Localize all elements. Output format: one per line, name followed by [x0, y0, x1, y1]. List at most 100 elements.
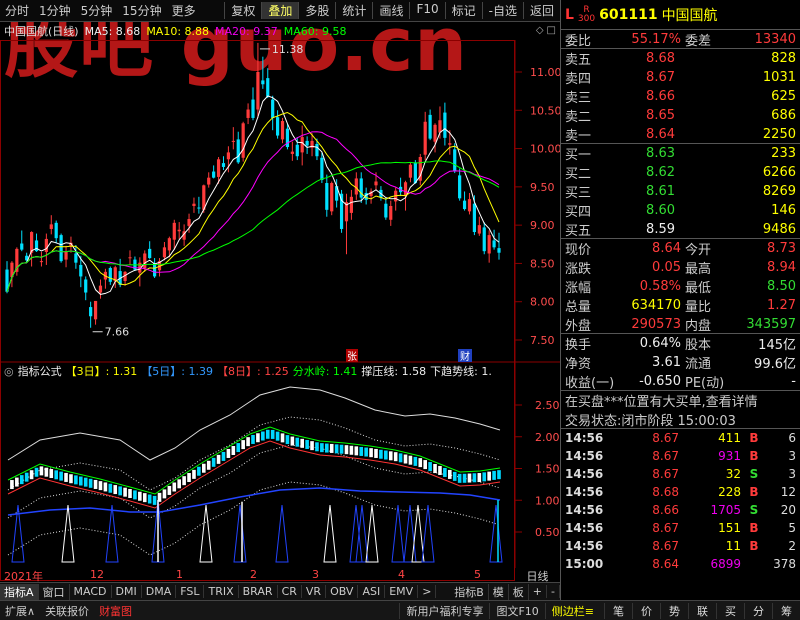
tick-side: S — [749, 467, 759, 481]
tab-indicator-a[interactable]: 指标A — [0, 583, 39, 600]
candle-body — [271, 99, 275, 118]
candle-body — [330, 183, 334, 212]
tab-brar[interactable]: BRAR — [239, 585, 278, 598]
candle-body — [423, 121, 427, 155]
period-label[interactable]: 日线 — [515, 568, 560, 583]
tick-list[interactable]: 14:56 8.67 411 B 6 14:56 8.67 931 B 3 14:56 8.67 3… — [561, 429, 800, 573]
candle-body — [443, 112, 447, 138]
tab-emv[interactable]: EMV — [385, 585, 419, 598]
share-label: 股本 — [685, 338, 712, 353]
candle-body — [20, 243, 24, 250]
nav-link[interactable]: 联 — [688, 602, 716, 619]
tab-asi[interactable]: ASI — [358, 585, 386, 598]
candle-body — [462, 200, 467, 210]
ribbon-block — [315, 442, 319, 452]
tab-remove[interactable]: - — [547, 585, 560, 598]
footer-f10[interactable]: 图文F10 — [489, 602, 544, 619]
ribbon-block — [398, 453, 403, 463]
indicator-expand-icon[interactable]: ◎ — [4, 365, 14, 378]
volume-ratio-value: 1.27 — [767, 298, 796, 313]
tab-trix[interactable]: TRIX — [204, 585, 239, 598]
tab-add[interactable]: + — [529, 585, 548, 598]
bid-row-5[interactable]: 买五 8.59 9486 — [561, 220, 800, 239]
ribbon-block — [167, 485, 172, 495]
rhythm-spike — [61, 504, 75, 563]
footer-fortune-chart[interactable]: 财富图 — [94, 603, 137, 619]
ask-price: 8.64 — [646, 126, 675, 142]
footer-sidebar[interactable]: 侧边栏≡ — [544, 602, 600, 619]
rhythm-spike — [421, 504, 435, 563]
eps-value: -0.650 — [639, 373, 681, 389]
candle-body — [108, 268, 112, 282]
nav-chips[interactable]: 筹 — [772, 602, 800, 619]
ribbon-block — [413, 456, 418, 466]
tab-dma[interactable]: DMA — [142, 585, 177, 598]
pe-label: PE(动) — [685, 375, 725, 391]
candle-body — [472, 203, 476, 233]
footer-related-quotes[interactable]: 关联报价 — [40, 603, 94, 619]
candle-body — [290, 151, 294, 154]
candle-body — [34, 240, 39, 252]
candle-body — [315, 143, 319, 157]
ask-row-1[interactable]: 卖一 8.64 2250 — [561, 125, 800, 144]
nav-split[interactable]: 分 — [744, 602, 772, 619]
ribbon-block — [305, 439, 309, 449]
tab-window[interactable]: 窗口 — [39, 583, 70, 600]
ask-row-4[interactable]: 卖四 8.67 1031 — [561, 68, 800, 87]
inner-label: 内盘 — [685, 318, 712, 334]
ask-price: 8.66 — [646, 89, 675, 104]
tab-indicator-b[interactable]: 指标B — [450, 583, 489, 600]
bid-row-3[interactable]: 买三 8.61 8269 — [561, 182, 800, 201]
ask-volume: 625 — [771, 89, 796, 104]
nav-price[interactable]: 价 — [632, 602, 660, 619]
tab-obv[interactable]: OBV — [326, 585, 359, 598]
ribbon-block — [379, 449, 383, 459]
ask-row-2[interactable]: 卖二 8.65 686 — [561, 106, 800, 125]
ribbon-block — [472, 473, 477, 483]
price-tick-label: 9.50 — [530, 181, 555, 194]
ribbon-block — [93, 479, 98, 489]
tab-more-arrow[interactable]: > — [418, 585, 437, 598]
candle-body — [305, 140, 309, 146]
ask-row-5[interactable]: 卖五 8.68 828 — [561, 49, 800, 68]
tick-price: 8.67 — [652, 449, 679, 463]
tick-count: 378 — [773, 557, 796, 571]
ask-label: 卖一 — [565, 128, 592, 144]
bid-row-2[interactable]: 买二 8.62 6266 — [561, 163, 800, 182]
change-value: 0.05 — [652, 260, 681, 275]
nav-buy[interactable]: 买 — [716, 602, 744, 619]
tab-cr[interactable]: CR — [278, 585, 302, 598]
ask-row-3[interactable]: 卖三 8.66 625 — [561, 87, 800, 106]
tab-vr[interactable]: VR — [302, 585, 327, 598]
ribbon-block — [79, 476, 83, 486]
tab-fsl[interactable]: FSL — [176, 585, 205, 598]
date-axis: 2021年 12 1 2 3 4 5 — [0, 568, 515, 583]
index-badge-300: 300 — [577, 13, 596, 24]
nav-bi[interactable]: 笔 — [604, 602, 632, 619]
ribbon-block — [384, 450, 388, 460]
ribbon-block — [69, 474, 73, 484]
stock-header: L R 300 601111 中国国航 — [561, 0, 800, 30]
tab-macd[interactable]: MACD — [70, 585, 112, 598]
tab-template[interactable]: 模 — [489, 583, 509, 600]
ribbon-block — [349, 445, 354, 455]
tab-board[interactable]: 板 — [509, 583, 529, 600]
candle-body — [162, 247, 167, 258]
kline-chart[interactable]: 11.0010.5010.009.509.008.508.007.50 11.3… — [0, 0, 560, 582]
tick-price: 8.66 — [652, 503, 679, 517]
ribbon-block — [320, 443, 324, 453]
tab-dmi[interactable]: DMI — [112, 585, 142, 598]
big-order-message[interactable]: 在买盘***位置有大买单,查看详情 — [561, 391, 800, 410]
rhythm-spike — [275, 504, 289, 563]
bid-row-1[interactable]: 买一 8.63 233 — [561, 144, 800, 163]
low-value: 8.50 — [767, 279, 796, 294]
bid-price: 8.61 — [646, 184, 675, 199]
bid-row-4[interactable]: 买四 8.60 146 — [561, 201, 800, 220]
tick-price: 8.67 — [652, 431, 679, 445]
footer-expand[interactable]: 扩展∧ — [0, 603, 40, 619]
tick-price: 8.67 — [652, 467, 679, 481]
nav-trend[interactable]: 势 — [660, 602, 688, 619]
footer-promo[interactable]: 新用户福利专享 — [399, 602, 489, 619]
x-label-4: 4 — [398, 568, 405, 581]
tick-volume: 6899 — [710, 557, 741, 571]
